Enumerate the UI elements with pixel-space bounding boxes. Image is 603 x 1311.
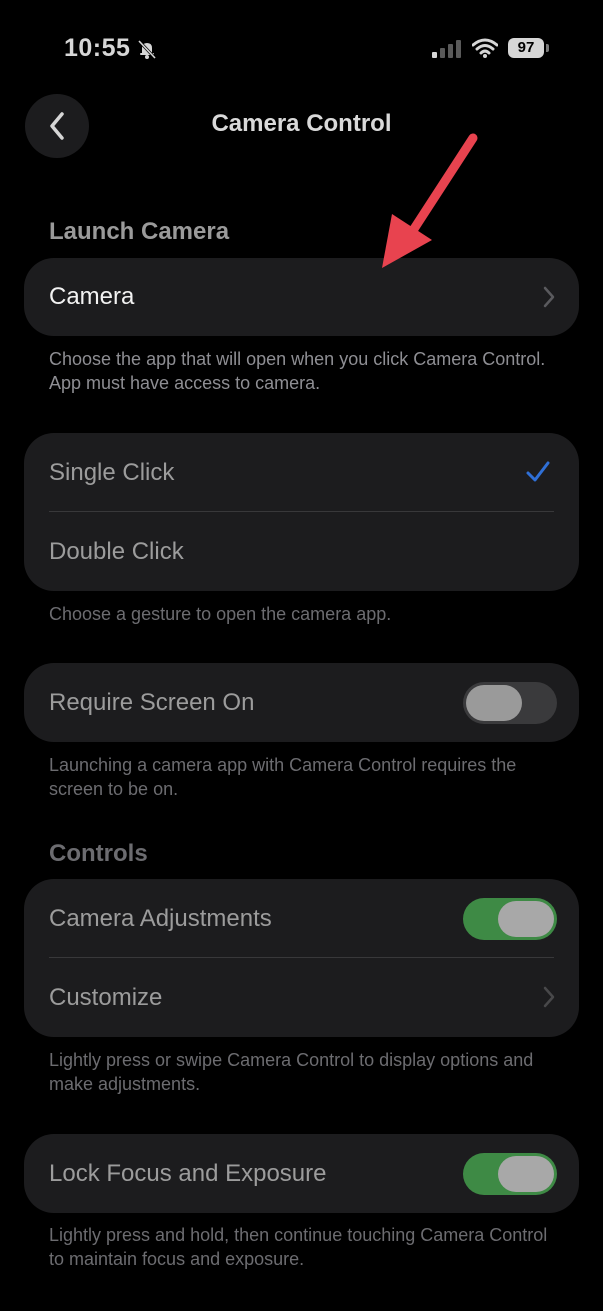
- gesture-card: Single Click Double Click: [24, 433, 579, 591]
- camera-adjustments-label: Camera Adjustments: [49, 905, 272, 932]
- controls-footnote: Lightly press or swipe Camera Control to…: [49, 1050, 534, 1094]
- cellular-signal-icon: [432, 40, 461, 58]
- toggle-knob: [498, 1156, 554, 1192]
- lock-focus-card: Lock Focus and Exposure: [24, 1134, 579, 1213]
- camera-adjustments-row: Camera Adjustments: [24, 879, 579, 958]
- require-screen-row: Require Screen On: [24, 663, 579, 742]
- single-click-option[interactable]: Single Click: [24, 433, 579, 512]
- controls-card: Camera Adjustments Customize: [24, 879, 579, 1037]
- battery-level: 97: [517, 39, 535, 56]
- launch-camera-header: Launch Camera: [49, 218, 230, 245]
- require-screen-label: Require Screen On: [49, 689, 255, 716]
- annotation-arrow-icon: [382, 133, 478, 268]
- customize-label: Customize: [49, 984, 163, 1011]
- customize-row[interactable]: Customize: [24, 958, 579, 1037]
- chevron-right-icon: [543, 286, 555, 308]
- single-click-label: Single Click: [49, 459, 175, 486]
- double-click-label: Double Click: [49, 538, 184, 565]
- page-title: Camera Control: [211, 110, 392, 137]
- require-screen-toggle[interactable]: [463, 682, 557, 724]
- lock-focus-toggle[interactable]: [463, 1153, 557, 1195]
- bell-slash-icon: [137, 39, 157, 60]
- checkmark-icon: [526, 461, 550, 482]
- require-screen-footnote: Launching a camera app with Camera Contr…: [49, 755, 517, 799]
- controls-header: Controls: [49, 840, 148, 867]
- double-click-option[interactable]: Double Click: [24, 512, 579, 591]
- gesture-footnote: Choose a gesture to open the camera app.: [49, 604, 392, 624]
- camera-app-label: Camera: [49, 283, 135, 310]
- lock-focus-row: Lock Focus and Exposure: [24, 1134, 579, 1213]
- toggle-knob: [466, 685, 522, 721]
- chevron-right-icon: [543, 986, 555, 1008]
- wifi-icon: [472, 38, 498, 58]
- toggle-knob: [498, 901, 554, 937]
- status-time: 10:55: [64, 34, 131, 62]
- status-bar: 10:55 97: [0, 0, 603, 96]
- launch-camera-footnote: Choose the app that will open when you c…: [49, 349, 546, 393]
- require-screen-card: Require Screen On: [24, 663, 579, 742]
- lock-focus-footnote: Lightly press and hold, then continue to…: [49, 1225, 548, 1269]
- launch-camera-card: Camera: [24, 258, 579, 336]
- battery-icon: 97: [508, 38, 550, 58]
- lock-focus-label: Lock Focus and Exposure: [49, 1160, 327, 1187]
- camera-app-row[interactable]: Camera: [24, 258, 579, 336]
- camera-adjustments-toggle[interactable]: [463, 898, 557, 940]
